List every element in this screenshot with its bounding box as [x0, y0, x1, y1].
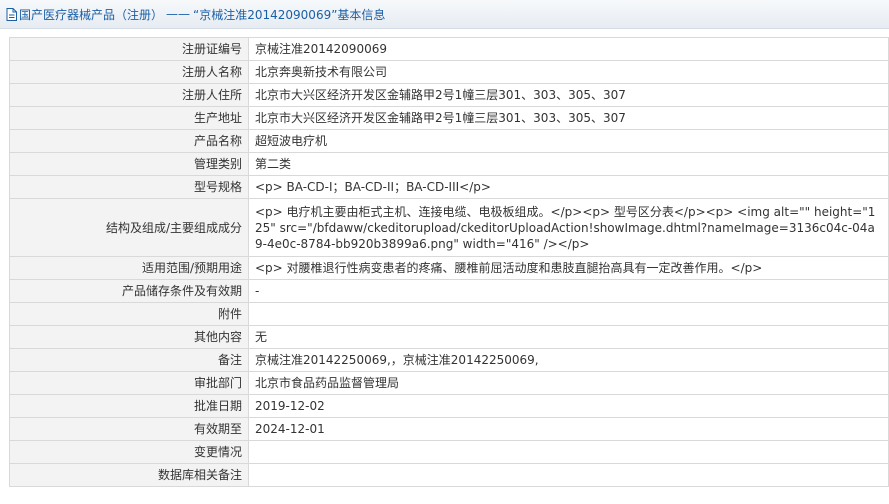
detail-table: 注册证编号 京械注准20142090069 注册人名称 北京奔奥新技术有限公司 … — [9, 37, 889, 487]
row-value — [248, 463, 889, 487]
row-value: - — [248, 279, 889, 303]
row-label: 附件 — [9, 302, 249, 326]
row-value — [248, 440, 889, 464]
row-label: 数据库相关备注 — [9, 463, 249, 487]
table-row: 备注 京械注准20142250069,，京械注准20142250069, — [9, 348, 889, 372]
table-row: 管理类别 第二类 — [9, 152, 889, 176]
row-value: 第二类 — [248, 152, 889, 176]
header-category: 国产医疗器械产品（注册） — [19, 7, 164, 22]
table-row: 审批部门 北京市食品药品监督管理局 — [9, 371, 889, 395]
row-value — [248, 302, 889, 326]
table-row: 注册人名称 北京奔奥新技术有限公司 — [9, 60, 889, 84]
table-row: 批准日期 2019-12-02 — [9, 394, 889, 418]
row-value: 北京奔奥新技术有限公司 — [248, 60, 889, 84]
table-row: 产品名称 超短波电疗机 — [9, 129, 889, 153]
table-row: 其他内容 无 — [9, 325, 889, 349]
document-icon — [6, 7, 17, 21]
table-row: 有效期至 2024-12-01 — [9, 417, 889, 441]
table-row: 附件 — [9, 302, 889, 326]
row-label: 其他内容 — [9, 325, 249, 349]
row-label: 结构及组成/主要组成成分 — [9, 198, 249, 257]
row-label: 生产地址 — [9, 106, 249, 130]
header-record-title: “京械注准20142090069”基本信息 — [193, 7, 386, 22]
row-label: 有效期至 — [9, 417, 249, 441]
row-value: <p> BA-CD-I；BA-CD-II；BA-CD-III</p> — [248, 175, 889, 199]
row-label: 变更情况 — [9, 440, 249, 464]
row-label: 批准日期 — [9, 394, 249, 418]
row-label: 产品储存条件及有效期 — [9, 279, 249, 303]
row-value: 2019-12-02 — [248, 394, 889, 418]
row-value: 北京市大兴区经济开发区金辅路甲2号1幢三层301、303、305、307 — [248, 106, 889, 130]
row-value: 无 — [248, 325, 889, 349]
row-value: 超短波电疗机 — [248, 129, 889, 153]
row-label: 注册人住所 — [9, 83, 249, 107]
table-row: 注册证编号 京械注准20142090069 — [9, 37, 889, 61]
table-row: 型号规格 <p> BA-CD-I；BA-CD-II；BA-CD-III</p> — [9, 175, 889, 199]
row-value: 京械注准20142250069,，京械注准20142250069, — [248, 348, 889, 372]
table-row: 注册人住所 北京市大兴区经济开发区金辅路甲2号1幢三层301、303、305、3… — [9, 83, 889, 107]
row-label: 审批部门 — [9, 371, 249, 395]
row-label: 产品名称 — [9, 129, 249, 153]
row-label: 注册人名称 — [9, 60, 249, 84]
row-value: 京械注准20142090069 — [248, 37, 889, 61]
table-row: 产品储存条件及有效期 - — [9, 279, 889, 303]
row-value: 北京市大兴区经济开发区金辅路甲2号1幢三层301、303、305、307 — [248, 83, 889, 107]
row-label: 型号规格 — [9, 175, 249, 199]
row-label: 管理类别 — [9, 152, 249, 176]
row-label: 备注 — [9, 348, 249, 372]
row-value: <p> 电疗机主要由柜式主机、连接电缆、电极板组成。</p><p> 型号区分表<… — [248, 198, 889, 257]
detail-table-container: 注册证编号 京械注准20142090069 注册人名称 北京奔奥新技术有限公司 … — [9, 37, 889, 487]
row-value: <p> 对腰椎退行性病变患者的疼痛、腰椎前屈活动度和患肢直腿抬高具有一定改善作用… — [248, 256, 889, 280]
row-label: 适用范围/预期用途 — [9, 256, 249, 280]
row-label: 注册证编号 — [9, 37, 249, 61]
table-row: 数据库相关备注 — [9, 463, 889, 487]
header-separator: —— — [166, 7, 191, 21]
page-header: 国产医疗器械产品（注册） —— “京械注准20142090069”基本信息 — [0, 0, 889, 29]
table-row: 变更情况 — [9, 440, 889, 464]
table-row: 生产地址 北京市大兴区经济开发区金辅路甲2号1幢三层301、303、305、30… — [9, 106, 889, 130]
table-row: 结构及组成/主要组成成分 <p> 电疗机主要由柜式主机、连接电缆、电极板组成。<… — [9, 198, 889, 257]
table-row: 适用范围/预期用途 <p> 对腰椎退行性病变患者的疼痛、腰椎前屈活动度和患肢直腿… — [9, 256, 889, 280]
row-value: 北京市食品药品监督管理局 — [248, 371, 889, 395]
row-value: 2024-12-01 — [248, 417, 889, 441]
